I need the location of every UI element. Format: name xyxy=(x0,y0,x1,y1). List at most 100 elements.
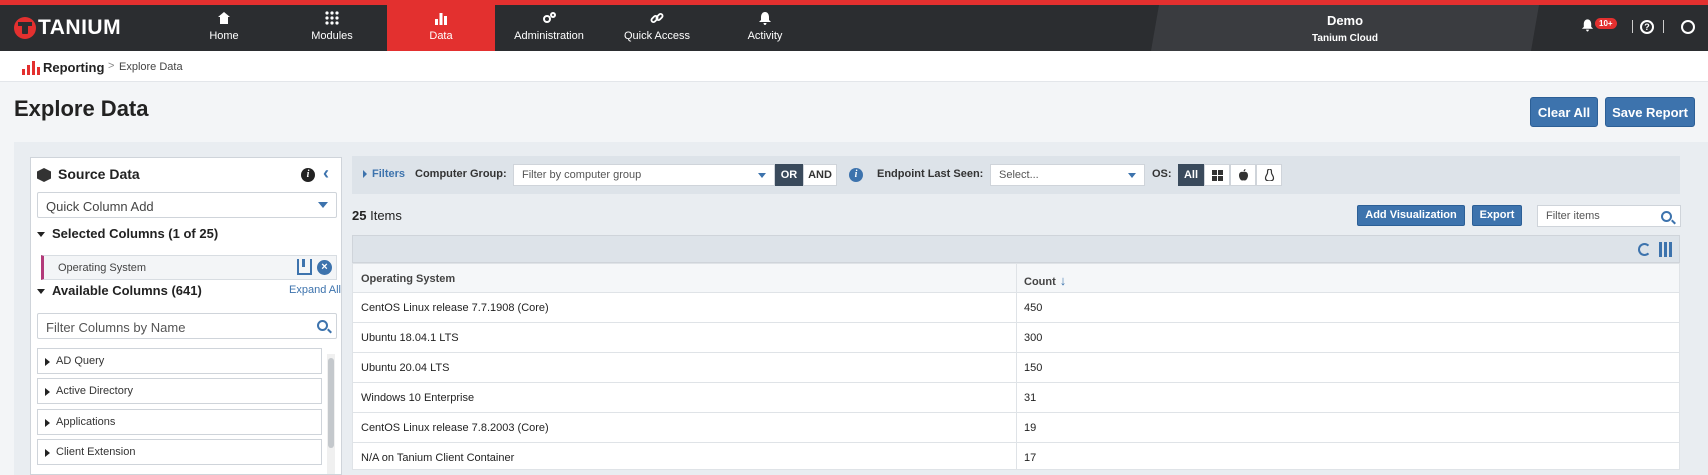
caret-down-icon xyxy=(37,232,45,238)
columns-scrollbar[interactable] xyxy=(327,354,335,474)
table-cell: 31 xyxy=(1024,392,1037,404)
add-visualization-button[interactable]: Add Visualization xyxy=(1357,205,1465,226)
nav-divider xyxy=(1632,20,1633,33)
table-cell: 450 xyxy=(1024,302,1043,314)
column-header-count[interactable]: Count ↓ xyxy=(1024,273,1066,288)
search-icon xyxy=(317,320,328,331)
category-item[interactable]: AD Query xyxy=(37,348,322,374)
os-linux-toggle[interactable] xyxy=(1256,164,1282,186)
column-divider xyxy=(1016,443,1017,469)
category-item[interactable]: Applications xyxy=(37,409,322,435)
nav-modules-label: Modules xyxy=(311,30,353,42)
items-count-label: Items xyxy=(370,208,402,223)
breadcrumb: Reporting > Explore Data xyxy=(0,51,1708,82)
windows-icon xyxy=(1211,170,1223,181)
caret-right-icon xyxy=(363,170,367,179)
nav-data[interactable]: Data xyxy=(387,5,495,51)
category-label: Client Extension xyxy=(56,446,136,458)
available-columns-header[interactable]: Available Columns (641) xyxy=(37,283,202,298)
chevron-down-icon xyxy=(1128,173,1136,178)
computer-group-select[interactable]: Filter by computer group xyxy=(513,164,775,186)
os-all-toggle[interactable]: All xyxy=(1178,164,1204,186)
table-row[interactable]: CentOS Linux release 7.8.2003 (Core) 19 xyxy=(352,413,1680,443)
table-cell: N/A on Tanium Client Container xyxy=(361,452,515,464)
column-divider xyxy=(1016,353,1017,382)
selected-columns-header[interactable]: Selected Columns (1 of 25) xyxy=(37,226,218,241)
nav-activity[interactable]: Activity xyxy=(711,5,819,51)
filter-columns-input[interactable]: Filter Columns by Name xyxy=(37,313,337,339)
bell-icon xyxy=(711,11,819,27)
caret-right-icon xyxy=(45,419,50,427)
grid-icon xyxy=(278,11,386,27)
table-row[interactable]: CentOS Linux release 7.7.1908 (Core) 450 xyxy=(352,293,1680,323)
endpoint-last-seen-select[interactable]: Select... xyxy=(990,164,1145,186)
nav-administration[interactable]: Administration xyxy=(495,5,603,51)
notifications-bell-icon[interactable] xyxy=(1581,18,1594,35)
column-divider xyxy=(1016,293,1017,322)
notification-count-badge: 10+ xyxy=(1595,18,1617,29)
top-navbar: TANIUM Home Modules Data Administration … xyxy=(0,0,1708,51)
collapse-panel-chevron-icon[interactable]: ‹ xyxy=(323,163,329,184)
items-count-value: 25 xyxy=(352,208,367,223)
nav-activity-label: Activity xyxy=(747,30,783,42)
category-item[interactable]: Client Extension xyxy=(37,439,322,465)
table-cell: Ubuntu 20.04 LTS xyxy=(361,362,450,374)
clear-all-button[interactable]: Clear All xyxy=(1530,97,1598,127)
category-label: AD Query xyxy=(56,355,105,367)
gears-icon xyxy=(495,11,603,27)
expand-all-link[interactable]: Expand All xyxy=(289,284,341,296)
caret-right-icon xyxy=(45,388,50,396)
table-row[interactable]: Windows 10 Enterprise 31 xyxy=(352,383,1680,413)
table-row[interactable]: Ubuntu 18.04.1 LTS 300 xyxy=(352,323,1680,353)
scrollbar-thumb[interactable] xyxy=(328,358,334,448)
chevron-down-icon xyxy=(758,173,766,178)
table-row[interactable]: N/A on Tanium Client Container 17 xyxy=(352,443,1680,470)
nav-divider xyxy=(1663,20,1664,33)
bar-chart-icon xyxy=(387,11,495,27)
category-item[interactable]: Active Directory xyxy=(37,378,322,404)
selected-columns-title: Selected Columns (1 of 25) xyxy=(52,226,219,241)
linux-icon xyxy=(1264,168,1274,182)
caret-right-icon xyxy=(45,358,50,366)
refresh-icon[interactable] xyxy=(1638,243,1651,256)
sort-descending-icon: ↓ xyxy=(1059,273,1067,288)
breadcrumb-separator: > xyxy=(108,60,115,72)
link-icon xyxy=(603,11,711,27)
nav-data-label: Data xyxy=(429,30,453,42)
nav-modules[interactable]: Modules xyxy=(278,5,386,51)
save-report-button[interactable]: Save Report xyxy=(1605,97,1695,127)
table-row[interactable]: Ubuntu 20.04 LTS 150 xyxy=(352,353,1680,383)
selected-column-label: Operating System xyxy=(58,262,147,274)
home-icon xyxy=(170,11,278,27)
user-profile-icon[interactable] xyxy=(1681,20,1695,34)
nav-quick-access[interactable]: Quick Access xyxy=(603,5,711,51)
help-icon[interactable]: ? xyxy=(1640,20,1654,34)
os-windows-toggle[interactable] xyxy=(1204,164,1230,186)
quick-column-add-select[interactable]: Quick Column Add xyxy=(37,192,337,218)
selected-column-item[interactable]: Operating System × xyxy=(41,255,337,280)
remove-column-icon[interactable]: × xyxy=(317,260,332,275)
nav-home[interactable]: Home xyxy=(170,5,278,51)
column-divider xyxy=(1016,413,1017,442)
filter-columns-placeholder: Filter Columns by Name xyxy=(46,320,186,335)
column-divider xyxy=(1016,383,1017,412)
download-icon[interactable] xyxy=(297,259,312,275)
logo-text: TANIUM xyxy=(38,16,122,39)
filter-items-input[interactable]: Filter items xyxy=(1537,205,1681,227)
filters-toggle[interactable]: Filters xyxy=(363,168,405,180)
or-toggle[interactable]: OR xyxy=(775,164,803,186)
info-icon[interactable]: i xyxy=(849,168,863,182)
columns-icon[interactable] xyxy=(1659,242,1673,257)
tenant-switcher[interactable]: Demo Tanium Cloud xyxy=(1151,5,1539,51)
tanium-logo[interactable]: TANIUM xyxy=(14,16,122,39)
and-toggle[interactable]: AND xyxy=(803,164,837,186)
info-icon[interactable]: i xyxy=(301,168,315,182)
os-apple-toggle[interactable] xyxy=(1230,164,1256,186)
quick-column-add-placeholder: Quick Column Add xyxy=(46,199,154,214)
tenant-name: Demo xyxy=(1326,13,1364,28)
export-button[interactable]: Export xyxy=(1472,205,1522,226)
apple-icon xyxy=(1238,169,1248,181)
column-header-operating-system[interactable]: Operating System xyxy=(361,273,455,285)
breadcrumb-reporting-link[interactable]: Reporting xyxy=(43,60,104,75)
table-toolbar xyxy=(352,235,1680,263)
